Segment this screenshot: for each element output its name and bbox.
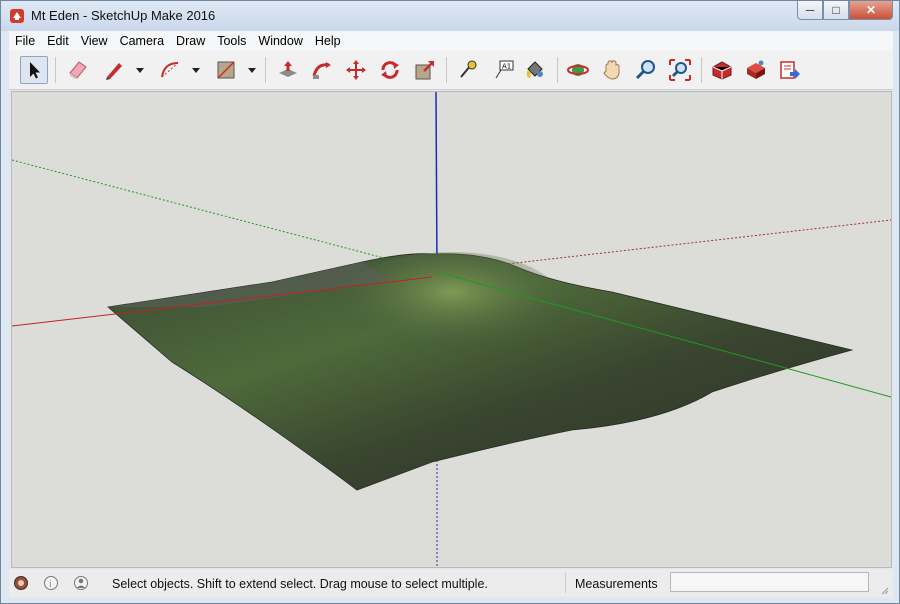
window-controls: ─ □ ✕ [797, 1, 893, 21]
geo-location-icon[interactable] [13, 575, 29, 591]
extension-warehouse-icon [747, 60, 765, 79]
resize-grip-icon[interactable] [879, 585, 889, 595]
menu-draw[interactable]: Draw [170, 34, 211, 48]
3d-warehouse-icon [712, 61, 732, 80]
select-icon [30, 62, 40, 79]
orbit-tool-button[interactable] [564, 56, 592, 84]
zoom-extents-icon [669, 59, 691, 81]
green-axis-dotted [12, 159, 438, 273]
move-icon [346, 60, 366, 80]
orbit-icon [567, 64, 589, 76]
menu-file[interactable]: File [9, 34, 41, 48]
status-message: Select objects. Shift to extend select. … [112, 577, 488, 591]
minimize-button[interactable]: ─ [797, 1, 823, 20]
close-button[interactable]: ✕ [849, 1, 893, 20]
scale-icon [415, 61, 434, 80]
pencil-line-icon [106, 63, 122, 80]
select-tool-button[interactable] [20, 56, 48, 84]
zoom-icon [635, 60, 655, 80]
menu-bar: File Edit View Camera Draw Tools Window … [9, 31, 893, 52]
eraser-icon [69, 61, 87, 79]
menu-view[interactable]: View [75, 34, 114, 48]
tape-measure-icon [460, 60, 477, 78]
push-pull-tool-button[interactable] [274, 56, 302, 84]
blue-axis [435, 92, 438, 273]
rotate-icon [381, 61, 399, 79]
push-pull-icon [279, 61, 297, 77]
move-tool-button[interactable] [342, 56, 370, 84]
text-icon: A1 [495, 60, 514, 79]
toolbar-separator [446, 57, 447, 83]
arc-tool-button[interactable] [156, 56, 184, 84]
arc-icon [161, 62, 179, 78]
eraser-tool-button[interactable] [64, 56, 92, 84]
toolbar-separator [701, 57, 702, 83]
extension-warehouse-button[interactable] [742, 56, 770, 84]
toolbar-separator [265, 57, 266, 83]
menu-edit[interactable]: Edit [41, 34, 75, 48]
send-to-layout-icon [780, 61, 800, 79]
rectangle-icon [217, 61, 235, 79]
mountain-peak [342, 252, 562, 352]
svg-text:i: i [49, 580, 52, 590]
sketchup-logo-icon [10, 9, 24, 23]
menu-help[interactable]: Help [309, 34, 347, 48]
large-tool-set-toolbar: A1 [9, 51, 893, 90]
scale-tool-button[interactable] [411, 56, 439, 84]
menu-window[interactable]: Window [252, 34, 308, 48]
window-title: Mt Eden - SketchUp Make 2016 [31, 8, 216, 23]
follow-me-icon [312, 62, 331, 79]
zoom-extents-tool-button[interactable] [666, 56, 694, 84]
chevron-down-icon[interactable] [247, 65, 257, 75]
app-window: Mt Eden - SketchUp Make 2016 ─ □ ✕ File … [0, 0, 900, 604]
follow-me-tool-button[interactable] [308, 56, 336, 84]
maximize-button[interactable]: □ [823, 1, 849, 20]
paint-bucket-tool-button[interactable] [521, 56, 549, 84]
menu-camera[interactable]: Camera [114, 34, 170, 48]
text-tool-button[interactable]: A1 [489, 56, 517, 84]
paint-bucket-icon [526, 61, 543, 78]
credits-icon[interactable]: i [43, 575, 59, 591]
measurements-field[interactable] [670, 572, 869, 592]
drawing-viewport[interactable] [11, 91, 892, 568]
rectangle-tool-button[interactable] [212, 56, 240, 84]
svg-text:A1: A1 [502, 63, 511, 71]
zoom-tool-button[interactable] [632, 56, 660, 84]
pan-tool-button[interactable] [598, 56, 626, 84]
toolbar-separator [557, 57, 558, 83]
model-scene[interactable] [12, 92, 891, 567]
3d-warehouse-button[interactable] [708, 56, 736, 84]
toolbar-separator [55, 57, 56, 83]
status-bar: i Select objects. Shift to extend select… [9, 569, 893, 597]
measurements-label: Measurements [575, 577, 658, 591]
status-separator [565, 573, 566, 593]
menu-tools[interactable]: Tools [211, 34, 252, 48]
pan-icon [603, 60, 620, 80]
send-to-layout-button[interactable] [776, 56, 804, 84]
chevron-down-icon[interactable] [135, 65, 145, 75]
title-bar[interactable]: Mt Eden - SketchUp Make 2016 ─ □ ✕ [1, 1, 899, 31]
tape-measure-tool-button[interactable] [454, 56, 482, 84]
rotate-tool-button[interactable] [376, 56, 404, 84]
chevron-down-icon[interactable] [191, 65, 201, 75]
line-tool-button[interactable] [100, 56, 128, 84]
sign-in-icon[interactable] [73, 575, 89, 591]
